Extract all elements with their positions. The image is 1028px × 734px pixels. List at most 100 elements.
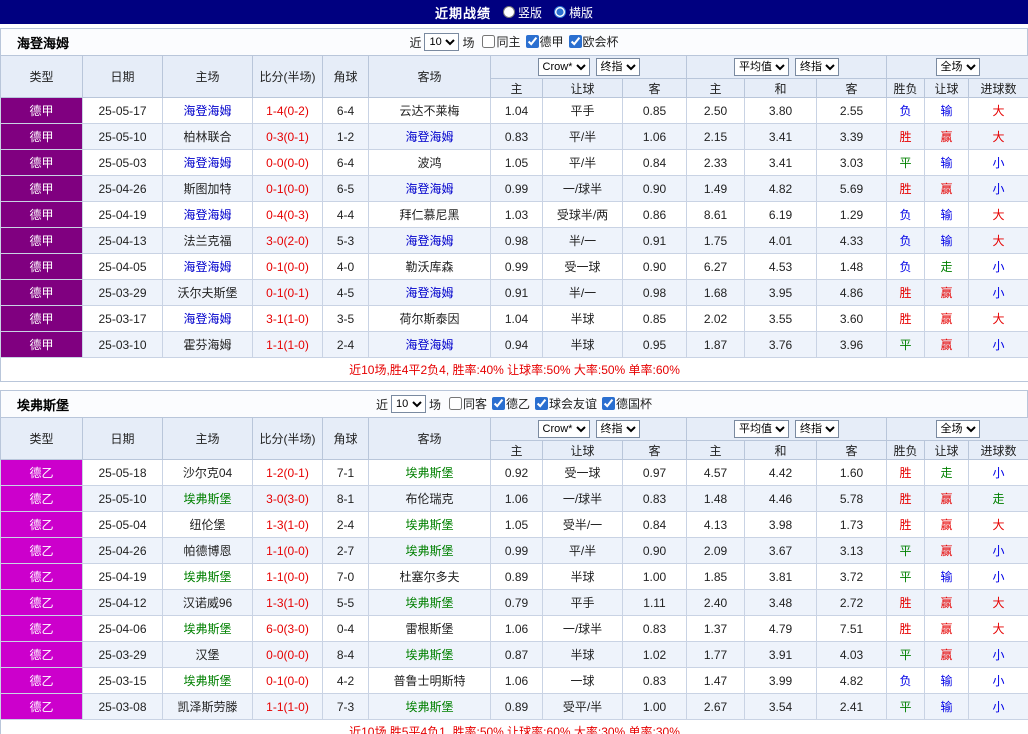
away-team[interactable]: 普鲁士明斯特 (368, 667, 491, 694)
filter-checkbox-input[interactable] (482, 35, 496, 48)
home-team[interactable]: 海登海姆 (162, 305, 253, 332)
filter-checkbox[interactable]: 欧会杯 (564, 33, 619, 50)
home-team[interactable]: 霍芬海姆 (162, 331, 253, 358)
result-outcome: 胜 (886, 589, 926, 616)
match-date: 25-04-05 (82, 253, 163, 280)
team-section-heidenheim: 海登海姆 近 10 场 同主 德甲 欧会杯 类型 日期 主场 比分(半场) 角球… (0, 28, 1028, 382)
match-score[interactable]: 6-0(3-0) (252, 615, 323, 642)
home-team[interactable]: 埃弗斯堡 (162, 485, 253, 512)
bookmaker-select[interactable]: Crow* (537, 58, 590, 76)
ah-stage-select[interactable]: 终指 (595, 58, 640, 76)
filter-checkbox[interactable]: 德乙 (487, 395, 530, 412)
away-team[interactable]: 海登海姆 (368, 227, 491, 254)
result-handicap: 赢 (924, 279, 970, 306)
match-score[interactable]: 0-1(0-0) (252, 253, 323, 280)
match-score[interactable]: 0-0(0-0) (252, 149, 323, 176)
away-team[interactable]: 海登海姆 (368, 331, 491, 358)
scope-select[interactable]: 全场 (935, 58, 980, 76)
home-team[interactable]: 汉堡 (162, 641, 253, 668)
layout-radio-horizontal-input[interactable] (554, 6, 566, 18)
layout-radio-vertical[interactable]: 竖版 (502, 4, 542, 21)
eu-stage-select[interactable]: 终指 (795, 420, 840, 438)
filter-checkbox[interactable]: 同主 (477, 33, 521, 50)
result-handicap: 输 (924, 149, 970, 176)
match-score[interactable]: 1-1(1-0) (252, 331, 323, 358)
bookmaker-select[interactable]: Crow* (537, 420, 590, 438)
away-team[interactable]: 埃弗斯堡 (368, 511, 491, 538)
home-team[interactable]: 帕德博恩 (162, 537, 253, 564)
match-score[interactable]: 3-0(3-0) (252, 485, 323, 512)
scope-select[interactable]: 全场 (935, 420, 980, 438)
match-score[interactable]: 3-0(2-0) (252, 227, 323, 254)
filter-checkbox-input[interactable] (525, 35, 539, 48)
home-team[interactable]: 法兰克福 (162, 227, 253, 254)
away-team[interactable]: 波鸿 (368, 149, 491, 176)
home-team[interactable]: 海登海姆 (162, 149, 253, 176)
match-score[interactable]: 0-0(0-0) (252, 641, 323, 668)
match-score[interactable]: 0-4(0-3) (252, 201, 323, 228)
eu-source-select[interactable]: 平均值 (734, 420, 790, 438)
eu-stage-select[interactable]: 终指 (795, 58, 840, 76)
filter-checkbox[interactable]: 德国杯 (597, 395, 652, 412)
away-team[interactable]: 云达不莱梅 (368, 97, 491, 124)
filter-checkbox[interactable]: 同客 (444, 395, 487, 412)
home-team[interactable]: 海登海姆 (162, 97, 253, 124)
ah-away-odds: 0.86 (621, 201, 688, 228)
away-team[interactable]: 埃弗斯堡 (368, 537, 491, 564)
away-team[interactable]: 雷根斯堡 (368, 615, 491, 642)
match-score[interactable]: 1-4(0-2) (252, 97, 323, 124)
match-score[interactable]: 1-3(1-0) (252, 589, 323, 616)
home-team[interactable]: 斯图加特 (162, 175, 253, 202)
layout-radio-vertical-input[interactable] (502, 6, 515, 18)
filter-checkbox-group: 同客 德乙 球会友谊 德国杯 (444, 395, 652, 413)
filter-checkbox-input[interactable] (535, 397, 549, 410)
match-score[interactable]: 1-1(0-0) (252, 563, 323, 590)
layout-radio-horizontal[interactable]: 横版 (554, 4, 593, 21)
filter-checkbox[interactable]: 球会友谊 (530, 395, 597, 412)
recent-count-select[interactable]: 10 (390, 395, 426, 413)
eu-away-odds: 3.39 (816, 123, 888, 150)
home-team[interactable]: 海登海姆 (162, 253, 253, 280)
match-score[interactable]: 1-2(0-1) (252, 459, 323, 486)
away-team[interactable]: 荷尔斯泰因 (368, 305, 491, 332)
away-team[interactable]: 海登海姆 (368, 123, 491, 150)
filter-checkbox-input[interactable] (492, 397, 505, 410)
home-team[interactable]: 沙尔克04 (162, 459, 253, 486)
filter-checkbox[interactable]: 德甲 (521, 33, 564, 50)
away-team[interactable]: 拜仁慕尼黑 (368, 201, 491, 228)
away-team[interactable]: 埃弗斯堡 (368, 459, 491, 486)
away-team[interactable]: 杜塞尔多夫 (368, 563, 491, 590)
home-team[interactable]: 沃尔夫斯堡 (162, 279, 253, 306)
home-team[interactable]: 海登海姆 (162, 201, 253, 228)
match-score[interactable]: 0-1(0-0) (252, 667, 323, 694)
away-team[interactable]: 海登海姆 (368, 175, 491, 202)
match-score[interactable]: 0-1(0-1) (252, 279, 323, 306)
away-team[interactable]: 布伦瑞克 (368, 485, 491, 512)
away-team[interactable]: 埃弗斯堡 (368, 641, 491, 668)
home-team[interactable]: 埃弗斯堡 (162, 667, 253, 694)
filter-checkbox-input[interactable] (448, 397, 462, 410)
match-score[interactable]: 1-1(1-0) (252, 693, 323, 720)
match-score[interactable]: 0-3(0-1) (252, 123, 323, 150)
filter-checkbox-input[interactable] (602, 397, 616, 410)
recent-count-select[interactable]: 10 (424, 33, 460, 51)
match-score[interactable]: 0-1(0-0) (252, 175, 323, 202)
eu-home-odds: 2.50 (686, 97, 746, 124)
home-team[interactable]: 埃弗斯堡 (162, 615, 253, 642)
result-outcome: 胜 (886, 511, 926, 538)
ah-stage-select[interactable]: 终指 (595, 420, 640, 438)
away-team[interactable]: 勒沃库森 (368, 253, 491, 280)
away-team[interactable]: 海登海姆 (368, 279, 491, 306)
home-team[interactable]: 凯泽斯劳滕 (162, 693, 253, 720)
match-score[interactable]: 1-3(1-0) (252, 511, 323, 538)
match-score[interactable]: 1-1(0-0) (252, 537, 323, 564)
home-team[interactable]: 埃弗斯堡 (162, 563, 253, 590)
eu-source-select[interactable]: 平均值 (734, 58, 790, 76)
home-team[interactable]: 汉诺威96 (162, 589, 253, 616)
home-team[interactable]: 柏林联合 (162, 123, 253, 150)
home-team[interactable]: 纽伦堡 (162, 511, 253, 538)
away-team[interactable]: 埃弗斯堡 (368, 693, 491, 720)
away-team[interactable]: 埃弗斯堡 (368, 589, 491, 616)
match-score[interactable]: 3-1(1-0) (252, 305, 323, 332)
filter-checkbox-input[interactable] (568, 35, 582, 48)
